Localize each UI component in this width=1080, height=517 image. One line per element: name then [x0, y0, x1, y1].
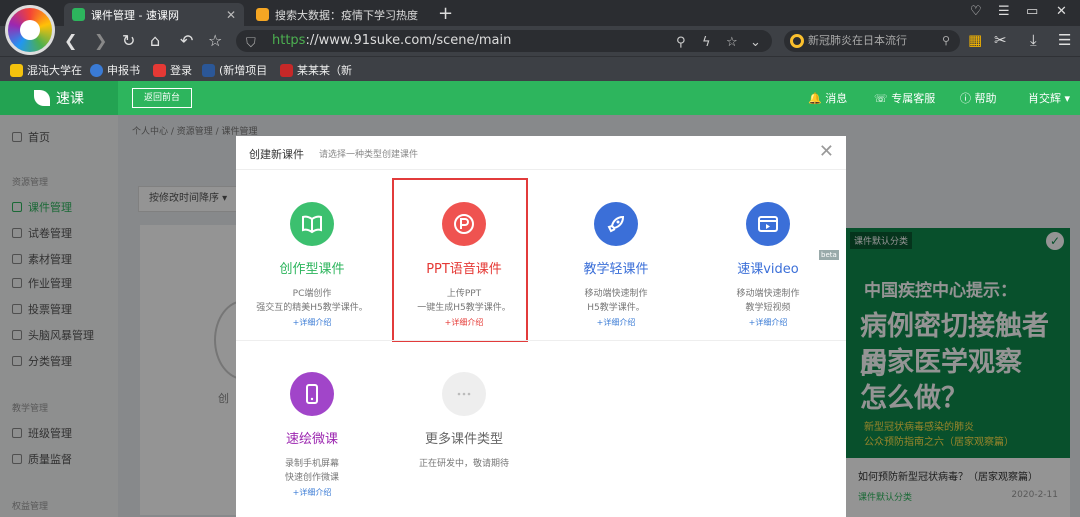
- user-menu[interactable]: 肖交辉 ▾: [1028, 90, 1070, 106]
- phone-icon: [290, 372, 334, 416]
- details-link[interactable]: +详细介绍: [540, 317, 692, 328]
- support-link[interactable]: ☏ 专属客服: [874, 90, 935, 106]
- tab-favicon: [256, 8, 269, 21]
- magnifier-icon[interactable]: ⚲: [942, 30, 950, 52]
- bookmark-item[interactable]: 某某某（新: [280, 62, 352, 78]
- address-bar[interactable]: ⛉ https://www.91suke.com/scene/main ⚲ ϟ …: [236, 30, 772, 52]
- beta-badge: beta: [819, 250, 839, 260]
- details-link[interactable]: +详细介绍: [236, 317, 388, 328]
- reload-icon[interactable]: ↻: [122, 31, 135, 50]
- type-desc: 强交互的精美H5教学课件。: [256, 303, 368, 313]
- forward-icon[interactable]: ❯: [94, 31, 107, 50]
- more-icon: [442, 372, 486, 416]
- tab-title: 搜索大数据：疫情下学习热度: [275, 8, 418, 22]
- search-placeholder: 新冠肺炎在日本流行: [808, 34, 907, 47]
- bookmark-icon: [90, 63, 103, 77]
- rocket-icon: [594, 202, 638, 246]
- new-tab-icon[interactable]: +: [438, 3, 453, 24]
- type-desc: PC端创作: [292, 289, 332, 299]
- url-text: ://www.91suke.com/scene/main: [305, 33, 512, 48]
- type-name: 速课video: [737, 262, 799, 277]
- divider: [236, 340, 846, 341]
- browser-tab[interactable]: 搜索大数据：疫情下学习热度: [248, 3, 428, 26]
- restore-icon[interactable]: ▭: [1026, 4, 1038, 19]
- close-tab-icon[interactable]: ✕: [226, 8, 236, 22]
- word-icon: [202, 63, 215, 77]
- video-icon: [746, 202, 790, 246]
- type-desc: 移动端快速制作: [584, 289, 648, 299]
- search-input[interactable]: 新冠肺炎在日本流行 ⚲: [784, 30, 960, 52]
- bookmark-icon: [10, 63, 23, 77]
- type-desc: 录制手机屏幕: [284, 459, 339, 469]
- create-courseware-modal: 创建新课件 请选择一种类型创建课件 ✕ 创作型课件 PC端创作 强交互的精美H5…: [236, 136, 846, 517]
- shield-icon: ⛉: [246, 36, 256, 51]
- url-scheme: https: [272, 33, 306, 48]
- close-window-icon[interactable]: ✕: [1056, 4, 1067, 19]
- menu-icon[interactable]: ☰: [1058, 31, 1071, 49]
- scissors-icon[interactable]: ✂: [994, 31, 1007, 49]
- messages-link[interactable]: 🔔 消息: [808, 90, 847, 106]
- home-icon[interactable]: ⌂: [150, 31, 160, 50]
- type-desc: 教学短视频: [745, 303, 791, 313]
- type-desc: H5教学课件。: [587, 303, 645, 313]
- browser-logo[interactable]: [5, 5, 55, 55]
- details-link[interactable]: +详细介绍: [692, 317, 844, 328]
- modal-subtitle: 请选择一种类型创建课件: [319, 150, 419, 160]
- type-name: 教学轻课件: [583, 262, 649, 277]
- type-card-creative[interactable]: 创作型课件 PC端创作 强交互的精美H5教学课件。 +详细介绍: [236, 176, 388, 336]
- bookmark-star-icon[interactable]: ☆: [726, 32, 738, 54]
- bookmark-item[interactable]: 申报书: [90, 62, 140, 78]
- chevron-down-icon[interactable]: ⌄: [750, 32, 761, 54]
- download-icon[interactable]: ⤓: [1030, 31, 1037, 49]
- bookmark-icon: [280, 63, 293, 77]
- bookmark-item[interactable]: (新增项目: [202, 62, 267, 78]
- modal-header: 创建新课件 请选择一种类型创建课件 ✕: [236, 136, 846, 170]
- type-desc: 正在研发中，敬请期待: [418, 459, 509, 469]
- browser-nav-bar: ❮ ❯ ↻ ⌂ ↶ ☆ ⛉ https://www.91suke.com/sce…: [0, 26, 1080, 56]
- browser-tab-bar: 课件管理 - 速课网 ✕ 搜索大数据：疫情下学习热度 + ♡ ☰ ▭ ✕: [0, 0, 1080, 26]
- type-card-draw-micro[interactable]: 速绘微课 录制手机屏幕 快速创作微课 +详细介绍: [236, 346, 388, 506]
- tab-favicon: [72, 8, 85, 21]
- type-desc: 快速创作微课: [284, 473, 339, 483]
- type-card-more: 更多课件类型 正在研发中，敬请期待: [388, 346, 540, 506]
- close-icon[interactable]: ✕: [819, 141, 834, 162]
- back-icon[interactable]: ❮: [64, 31, 77, 50]
- browser-tab-active[interactable]: 课件管理 - 速课网 ✕: [64, 3, 244, 26]
- menu-icon[interactable]: ☰: [998, 4, 1010, 19]
- type-card-light[interactable]: 教学轻课件 移动端快速制作 H5教学课件。 +详细介绍: [540, 176, 692, 336]
- leaf-logo-icon: [34, 90, 50, 106]
- bookmark-item[interactable]: 登录: [153, 62, 192, 78]
- bookmarks-bar: 混沌大学在 申报书 登录 (新增项目 某某某（新: [0, 56, 1080, 81]
- type-name: 创作型课件: [279, 262, 345, 277]
- star-icon[interactable]: ☆: [208, 31, 222, 50]
- book-icon: [290, 202, 334, 246]
- tab-title: 课件管理 - 速课网: [91, 8, 179, 22]
- modal-title: 创建新课件: [249, 148, 304, 161]
- type-name: 速绘微课: [285, 432, 338, 447]
- highlight-box: [392, 178, 528, 342]
- app-header: 速课 返回前台 🔔 消息 ☏ 专属客服 ⓘ 帮助 肖交辉 ▾: [0, 81, 1080, 115]
- app-logo[interactable]: 速课: [0, 81, 118, 115]
- search-engine-icon: [790, 34, 804, 48]
- type-desc: 移动端快速制作: [736, 289, 800, 299]
- undo-icon[interactable]: ↶: [180, 31, 193, 50]
- bookmark-item[interactable]: 混沌大学在: [10, 62, 82, 78]
- lightning-icon[interactable]: ϟ: [702, 32, 711, 54]
- details-link[interactable]: +详细介绍: [236, 487, 388, 498]
- bookmark-icon: [153, 63, 166, 77]
- return-frontend-button[interactable]: 返回前台: [132, 88, 192, 108]
- search-icon[interactable]: ⚲: [676, 32, 686, 54]
- type-name: 更多课件类型: [424, 432, 503, 447]
- apps-icon[interactable]: ▦: [968, 31, 982, 49]
- shirt-icon[interactable]: ♡: [970, 4, 982, 19]
- help-link[interactable]: ⓘ 帮助: [960, 90, 997, 106]
